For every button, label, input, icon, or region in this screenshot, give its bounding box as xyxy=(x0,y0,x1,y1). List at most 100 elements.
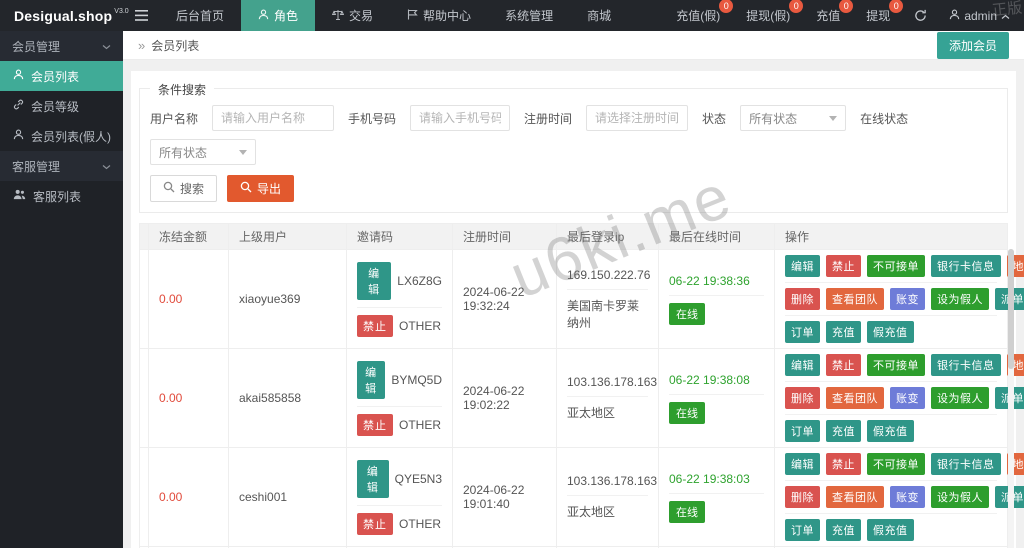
no-order-button[interactable]: 不可接单 xyxy=(867,255,925,277)
online-status-select[interactable]: 所有状态 xyxy=(150,139,256,165)
add-member-button[interactable]: 添加会员 xyxy=(936,31,1009,59)
delete-button[interactable]: 删除 xyxy=(785,387,820,409)
no-order-button[interactable]: 不可接单 xyxy=(867,354,925,376)
action-label: 充值 xyxy=(816,9,841,23)
order-button[interactable]: 订单 xyxy=(785,321,820,343)
fake-recharge-button[interactable]: 假充值 xyxy=(867,321,914,343)
phone-input[interactable] xyxy=(410,105,511,131)
order-button[interactable]: 订单 xyxy=(785,420,820,442)
view-team-button[interactable]: 查看团队 xyxy=(826,288,884,310)
sidebar-group-member-mgmt[interactable]: 会员管理 xyxy=(0,31,123,61)
invite-code: QYE5N3 xyxy=(394,471,442,486)
last-online-time: 06-22 19:38:03 xyxy=(669,471,750,486)
bank-info-button[interactable]: 银行卡信息 xyxy=(931,255,1001,277)
view-team-button[interactable]: 查看团队 xyxy=(826,486,884,508)
edit-button[interactable]: 编辑 xyxy=(357,459,389,498)
sidebar-item-member-list-fake[interactable]: 会员列表(假人) xyxy=(0,121,123,151)
balance-change-button[interactable]: 账变 xyxy=(890,387,925,409)
item-label: 客服列表 xyxy=(33,189,82,204)
hamburger-icon[interactable] xyxy=(123,0,159,31)
group-label: 会员管理 xyxy=(12,39,61,54)
chevron-down-icon xyxy=(239,149,247,155)
bank-info-button[interactable]: 银行卡信息 xyxy=(931,354,1001,376)
edit-button[interactable]: 编辑 xyxy=(785,453,820,475)
parent-user-cell: ceshi001 xyxy=(228,447,347,547)
delete-button[interactable]: 删除 xyxy=(785,288,820,310)
nav-item-mall[interactable]: 商城 xyxy=(570,0,628,31)
sidebar-item-service-list[interactable]: 客服列表 xyxy=(0,181,123,211)
sidebar-group-service-mgmt[interactable]: 客服管理 xyxy=(0,151,123,181)
nav-item-trade[interactable]: 交易 xyxy=(315,0,390,31)
delete-button[interactable]: 删除 xyxy=(785,486,820,508)
last-ip-cell: 103.136.178.163 亚太地区 xyxy=(556,447,659,547)
group-label: 客服管理 xyxy=(12,159,61,174)
table-scrollbar[interactable] xyxy=(1008,249,1014,548)
bank-info-button[interactable]: 银行卡信息 xyxy=(931,453,1001,475)
user-menu[interactable]: admin xyxy=(949,9,1010,23)
search-button-label: 搜索 xyxy=(180,182,205,196)
main-content: » 会员列表 添加会员 条件搜索 用户名称 手机号码 注册时间 状态 所有状态 xyxy=(123,31,1024,548)
nav-item-home[interactable]: 后台首页 xyxy=(159,0,241,31)
set-fake-button[interactable]: 设为假人 xyxy=(931,486,989,508)
nav-item-system[interactable]: 系统管理 xyxy=(488,0,570,31)
ban-button[interactable]: 禁止 xyxy=(357,413,393,436)
recharge-button[interactable]: 充值 xyxy=(826,321,861,343)
fake-recharge-button[interactable]: 假充值 xyxy=(867,420,914,442)
action-recharge[interactable]: 充值 0 xyxy=(816,0,854,24)
ban-button[interactable]: 禁止 xyxy=(826,453,861,475)
action-withdraw[interactable]: 提现 0 xyxy=(866,0,904,24)
online-status-select-value: 所有状态 xyxy=(159,145,208,160)
link-icon xyxy=(13,99,24,113)
badge: 0 xyxy=(789,0,804,13)
search-button[interactable]: 搜索 xyxy=(150,175,218,202)
ip-location: 亚太地区 xyxy=(567,406,616,420)
refresh-icon[interactable] xyxy=(914,9,927,22)
no-order-button[interactable]: 不可接单 xyxy=(867,453,925,475)
order-button[interactable]: 订单 xyxy=(785,519,820,541)
sliver-cell xyxy=(139,348,149,448)
regtime-input[interactable] xyxy=(586,105,689,131)
app-title: Desigual.shop xyxy=(14,7,113,24)
nav-item-help-center[interactable]: 帮助中心 xyxy=(390,0,488,31)
recharge-button[interactable]: 充值 xyxy=(826,420,861,442)
sidebar-item-member-level[interactable]: 会员等级 xyxy=(0,91,123,121)
topbar-right: 充值(假) 0 提现(假) 0 充值 0 提现 0 admin xyxy=(650,0,1024,31)
table-header-row: 冻结金额 上级用户 邀请码 注册时间 最后登录ip 最后在线时间 操作 xyxy=(139,223,1008,250)
edit-button[interactable]: 编辑 xyxy=(785,255,820,277)
nav-item-roles[interactable]: 角色 xyxy=(241,0,316,31)
member-row: 0.00 ceshi001 编辑 QYE5N3 禁止 OTHER 2024-06-22 19… xyxy=(139,447,1024,547)
badge: 0 xyxy=(719,0,734,13)
edit-button[interactable]: 编辑 xyxy=(357,360,386,399)
sidebar-item-member-list[interactable]: 会员列表 xyxy=(0,61,123,91)
fake-recharge-button[interactable]: 假充值 xyxy=(867,519,914,541)
username-input[interactable] xyxy=(212,105,335,131)
action-label: 提现 xyxy=(866,9,891,23)
edit-button[interactable]: 编辑 xyxy=(357,261,392,300)
recharge-button[interactable]: 充值 xyxy=(826,519,861,541)
set-fake-button[interactable]: 设为假人 xyxy=(931,288,989,310)
edit-button[interactable]: 编辑 xyxy=(785,354,820,376)
scrollbar-thumb[interactable] xyxy=(1008,249,1014,369)
frozen-amount-cell: 0.00 xyxy=(148,348,229,448)
last-online-time: 06-22 19:38:08 xyxy=(669,372,750,387)
action-label: 提现(假) xyxy=(746,9,791,23)
ip-location: 美国南卡罗莱纳州 xyxy=(567,298,640,330)
action-withdraw-fake[interactable]: 提现(假) 0 xyxy=(746,0,804,24)
status-select[interactable]: 所有状态 xyxy=(740,105,847,131)
view-team-button[interactable]: 查看团队 xyxy=(826,387,884,409)
ban-button[interactable]: 禁止 xyxy=(826,354,861,376)
balance-change-button[interactable]: 账变 xyxy=(890,288,925,310)
action-recharge-fake[interactable]: 充值(假) 0 xyxy=(676,0,734,24)
member-table-wrap: 冻结金额 上级用户 邀请码 注册时间 最后登录ip 最后在线时间 操作 0.00… xyxy=(139,223,1024,548)
column-header-sliver xyxy=(139,223,149,250)
column-header: 上级用户 xyxy=(228,223,347,250)
ban-button[interactable]: 禁止 xyxy=(357,512,393,535)
set-fake-button[interactable]: 设为假人 xyxy=(931,387,989,409)
balance-change-button[interactable]: 账变 xyxy=(890,486,925,508)
export-button[interactable]: 导出 xyxy=(227,175,295,202)
breadcrumb-arrow-icon: » xyxy=(138,37,146,53)
flag-icon xyxy=(407,9,418,23)
ban-button[interactable]: 禁止 xyxy=(357,314,393,337)
ban-button[interactable]: 禁止 xyxy=(826,255,861,277)
operations-cell: 编辑禁止不可接单银行卡信息地址信息删除查看团队账变设为假人派单订单充值假充值 xyxy=(774,348,1024,448)
